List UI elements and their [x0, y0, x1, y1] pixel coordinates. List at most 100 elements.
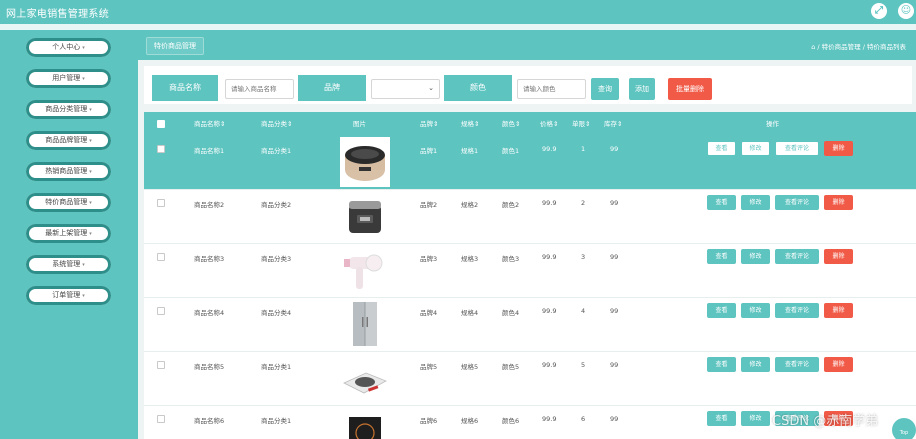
- breadcrumb-bar: 特价商品管理 ⌂ / 特价商品管理 / 特价商品列表: [138, 30, 916, 60]
- cell-limit: 2: [581, 199, 586, 207]
- view-reviews-button[interactable]: 查看评论: [775, 303, 819, 318]
- view-button[interactable]: 查看: [707, 357, 736, 372]
- cell-color: 颜色2: [502, 201, 520, 209]
- cell-color: 颜色4: [502, 309, 520, 317]
- row-checkbox[interactable]: [157, 307, 165, 315]
- row-checkbox[interactable]: [157, 361, 165, 369]
- cell-spec: 规格2: [461, 201, 479, 209]
- cell-name: 商品名称4: [194, 309, 225, 317]
- cell-limit: 3: [581, 253, 586, 261]
- view-reviews-button[interactable]: 查看评论: [775, 357, 819, 372]
- cell-price: 99.9: [542, 307, 557, 315]
- sidebar-item-label: 用户管理: [52, 74, 81, 82]
- sidebar-item-category-management[interactable]: 商品分类管理 ▾: [26, 100, 111, 119]
- sidebar-item-label: 商品品牌管理: [45, 136, 88, 144]
- edit-button[interactable]: 修改: [741, 195, 770, 210]
- sidebar-item-special-products[interactable]: 特价商品管理 ▾: [26, 193, 111, 212]
- chevron-down-icon: ▾: [89, 169, 92, 175]
- chevron-down-icon: ⌄: [428, 84, 434, 92]
- column-header-limit[interactable]: 单限⇕: [572, 112, 590, 136]
- sidebar-item-order-management[interactable]: 订单管理 ▾: [26, 286, 111, 305]
- column-header-name[interactable]: 商品名称⇕: [194, 112, 225, 136]
- batch-delete-button[interactable]: 批量删除: [668, 78, 712, 100]
- delete-button[interactable]: 删除: [824, 249, 853, 264]
- cell-stock: 99: [610, 199, 619, 207]
- cell-limit: 6: [581, 415, 586, 423]
- row-checkbox[interactable]: [157, 253, 165, 261]
- fullscreen-icon[interactable]: ⤢: [871, 3, 887, 19]
- cell-category: 商品分类2: [261, 201, 292, 209]
- color-input[interactable]: [517, 79, 586, 99]
- query-button[interactable]: 查询: [591, 78, 619, 100]
- brand-select[interactable]: ⌄: [371, 79, 440, 99]
- column-header-category[interactable]: 商品分类⇕: [261, 112, 292, 136]
- user-icon[interactable]: ☺: [898, 3, 914, 19]
- back-to-top-button[interactable]: Top: [892, 418, 916, 439]
- view-reviews-button[interactable]: 查看评论: [775, 141, 819, 156]
- add-button[interactable]: 添加: [629, 78, 655, 100]
- home-icon[interactable]: ⌂: [811, 43, 815, 51]
- cell-name: 商品名称5: [194, 363, 225, 371]
- table-row[interactable]: 商品名称5 商品分类1 品牌5 规格5 颜色5 99.9 5 99 查看 修改 …: [144, 352, 916, 406]
- chevron-down-icon: ▾: [89, 107, 92, 113]
- table-row[interactable]: 商品名称1 商品分类1 品牌1 规格1 颜色1 99.9 1 99 查看 修改 …: [144, 136, 916, 190]
- sidebar-item-personal-center[interactable]: 个人中心 ▾: [26, 38, 111, 57]
- sidebar-item-new-arrivals[interactable]: 最新上架管理 ▾: [26, 224, 111, 243]
- sidebar-item-label: 热销商品管理: [45, 167, 88, 175]
- table-row[interactable]: 商品名称3 商品分类3 品牌3 规格3 颜色3 99.9 3 99 查看 修改 …: [144, 244, 916, 298]
- edit-button[interactable]: 修改: [741, 249, 770, 264]
- product-image-hair-dryer: [340, 245, 390, 295]
- product-name-input[interactable]: [225, 79, 294, 99]
- sidebar: 个人中心 ▾ 用户管理 ▾ 商品分类管理 ▾ 商品品牌管理 ▾ 热销商品管理 ▾ 特价商品…: [0, 30, 138, 439]
- edit-button[interactable]: 修改: [741, 411, 770, 426]
- cell-color: 颜色6: [502, 417, 520, 425]
- table-row[interactable]: 商品名称4 商品分类4 品牌4 规格4 颜色4 99.9 4 99 查看 修改 …: [144, 298, 916, 352]
- column-header-stock[interactable]: 库存⇕: [604, 112, 622, 136]
- select-all-checkbox[interactable]: [157, 120, 165, 128]
- delete-button[interactable]: 删除: [824, 357, 853, 372]
- view-reviews-button[interactable]: 查看评论: [775, 195, 819, 210]
- column-header-spec[interactable]: 规格⇕: [461, 112, 479, 136]
- sidebar-item-user-management[interactable]: 用户管理 ▾: [26, 69, 111, 88]
- column-header-color[interactable]: 颜色⇕: [502, 112, 520, 136]
- row-checkbox[interactable]: [157, 415, 165, 423]
- sidebar-item-label: 特价商品管理: [45, 198, 88, 206]
- edit-button[interactable]: 修改: [741, 303, 770, 318]
- column-header-brand[interactable]: 品牌⇕: [420, 112, 438, 136]
- view-button[interactable]: 查看: [707, 195, 736, 210]
- view-button[interactable]: 查看: [707, 141, 736, 156]
- delete-button[interactable]: 删除: [824, 141, 853, 156]
- breadcrumb: ⌂ / 特价商品管理 / 特价商品列表: [811, 41, 906, 51]
- edit-button[interactable]: 修改: [741, 357, 770, 372]
- sidebar-item-system-management[interactable]: 系统管理 ▾: [26, 255, 111, 274]
- cell-name: 商品名称1: [194, 147, 225, 155]
- sidebar-item-hot-products[interactable]: 热销商品管理 ▾: [26, 162, 111, 181]
- product-name-label: 商品名称: [152, 75, 218, 101]
- view-button[interactable]: 查看: [707, 303, 736, 318]
- edit-button[interactable]: 修改: [741, 141, 770, 156]
- view-button[interactable]: 查看: [707, 249, 736, 264]
- row-checkbox[interactable]: [157, 199, 165, 207]
- column-header-actions: 操作: [766, 120, 779, 128]
- view-reviews-button[interactable]: 查看评论: [775, 249, 819, 264]
- cell-category: 商品分类1: [261, 363, 292, 371]
- delete-button[interactable]: 删除: [824, 195, 853, 210]
- chevron-down-icon: ▾: [82, 45, 85, 51]
- cell-limit: 1: [581, 145, 586, 153]
- table-row[interactable]: 商品名称2 商品分类2 品牌2 规格2 颜色2 99.9 2 99 查看 修改 …: [144, 190, 916, 244]
- cell-name: 商品名称3: [194, 255, 225, 263]
- column-header-price[interactable]: 价格⇕: [540, 112, 558, 136]
- cell-color: 颜色1: [502, 147, 520, 155]
- cell-color: 颜色3: [502, 255, 520, 263]
- row-checkbox[interactable]: [157, 145, 165, 153]
- search-form: 商品名称 品牌 ⌄ 颜色 查询 添加 批量删除: [144, 66, 912, 104]
- cell-name: 商品名称2: [194, 201, 225, 209]
- cell-spec: 规格5: [461, 363, 479, 371]
- tab-special-products[interactable]: 特价商品管理: [146, 37, 204, 55]
- cell-brand: 品牌3: [420, 255, 438, 263]
- product-image-induction-cooker: [340, 353, 390, 403]
- delete-button[interactable]: 删除: [824, 303, 853, 318]
- sidebar-item-brand-management[interactable]: 商品品牌管理 ▾: [26, 131, 111, 150]
- cell-category: 商品分类4: [261, 309, 292, 317]
- view-button[interactable]: 查看: [707, 411, 736, 426]
